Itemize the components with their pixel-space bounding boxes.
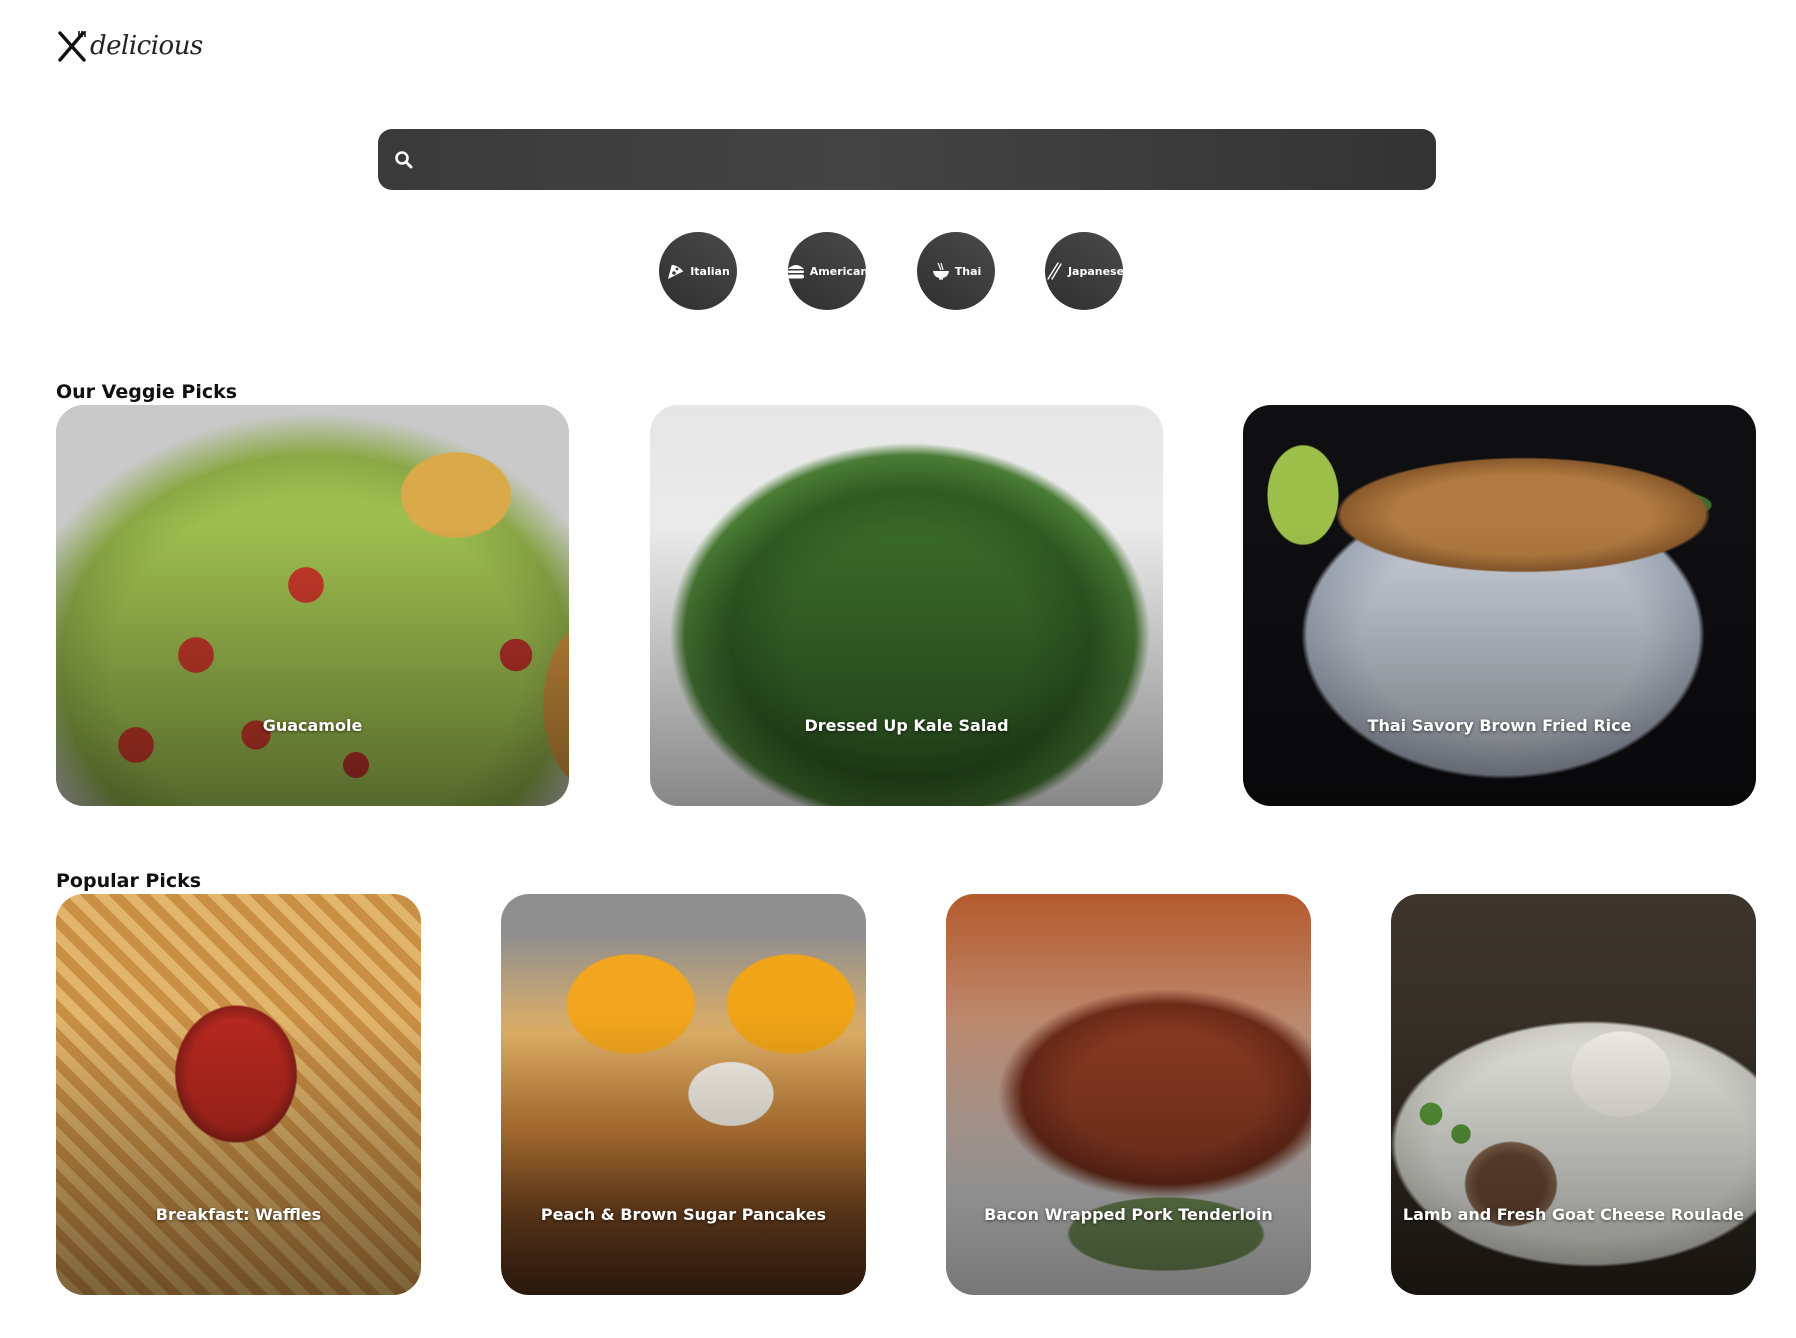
- veggie-section-title: Our Veggie Picks: [56, 381, 238, 403]
- recipe-card-pancakes[interactable]: Peach & Brown Sugar Pancakes: [501, 894, 866, 1295]
- fork-knife-icon: [58, 31, 86, 62]
- burger-icon: [788, 265, 804, 279]
- popular-section-title: Popular Picks: [56, 870, 202, 892]
- cuisine-label: American: [809, 264, 866, 278]
- recipe-title: Guacamole: [262, 716, 363, 735]
- cuisine-italian-button[interactable]: Italian: [659, 232, 737, 310]
- cuisine-thai-button[interactable]: Thai: [917, 232, 995, 310]
- recipe-card-kale-salad[interactable]: Dressed Up Kale Salad: [650, 405, 1163, 806]
- recipe-card-fried-rice[interactable]: Thai Savory Brown Fried Rice: [1243, 405, 1756, 806]
- cuisine-label: Japanese: [1067, 264, 1123, 278]
- recipe-card-pork-tenderloin[interactable]: Bacon Wrapped Pork Tenderloin: [946, 894, 1311, 1295]
- cuisine-american-button[interactable]: American: [788, 232, 866, 310]
- recipe-title: Breakfast: Waffles: [155, 1205, 322, 1224]
- recipe-card-guacamole[interactable]: Guacamole: [56, 405, 569, 806]
- recipe-title: Dressed Up Kale Salad: [804, 716, 1009, 735]
- cuisine-label: Thai: [954, 264, 982, 278]
- logo-text: delicious: [90, 31, 203, 61]
- search-input[interactable]: [428, 138, 1420, 181]
- search-icon: [395, 150, 413, 168]
- pizza-icon: [668, 263, 685, 279]
- recipe-card-lamb-roulade[interactable]: Lamb and Fresh Goat Cheese Roulade: [1391, 894, 1756, 1295]
- cuisine-japanese-button[interactable]: Japanese: [1045, 232, 1123, 310]
- recipe-title: Thai Savory Brown Fried Rice: [1367, 716, 1632, 735]
- recipe-title: Peach & Brown Sugar Pancakes: [540, 1205, 827, 1224]
- logo[interactable]: delicious: [56, 28, 203, 64]
- search-bar[interactable]: [378, 129, 1436, 190]
- chopsticks-icon: [1047, 262, 1062, 280]
- noodle-bowl-icon: [932, 262, 949, 280]
- recipe-card-waffles[interactable]: Breakfast: Waffles: [56, 894, 421, 1295]
- cuisine-label: Italian: [690, 264, 730, 278]
- recipe-title: Lamb and Fresh Goat Cheese Roulade: [1402, 1205, 1745, 1224]
- recipe-title: Bacon Wrapped Pork Tenderloin: [984, 1205, 1273, 1224]
